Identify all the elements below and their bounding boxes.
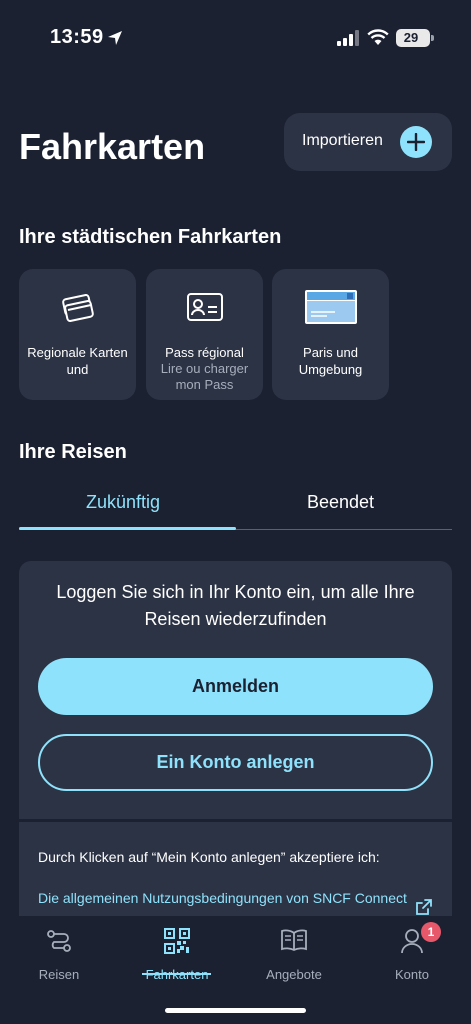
- login-button[interactable]: Anmelden: [38, 658, 433, 715]
- battery-level: 29: [403, 30, 419, 45]
- login-card: Loggen Sie sich in Ihr Konto ein, um all…: [19, 561, 452, 819]
- route-icon: [47, 930, 71, 952]
- status-time: 13:59: [50, 26, 104, 48]
- card-label: Paris und Umgebung: [298, 345, 363, 377]
- nav-item-reisen[interactable]: Reisen: [9, 928, 109, 988]
- card-paris-region[interactable]: Paris und Umgebung: [272, 269, 389, 400]
- nav-item-konto[interactable]: Konto: [362, 928, 462, 988]
- external-link-icon[interactable]: [415, 898, 433, 916]
- create-account-button[interactable]: Ein Konto anlegen: [38, 734, 433, 791]
- login-message: Loggen Sie sich in Ihr Konto ein, um all…: [56, 582, 415, 629]
- cards-icon: [61, 294, 94, 322]
- plus-icon: [400, 126, 432, 158]
- battery-tip: [431, 35, 434, 41]
- terms-link[interactable]: Die allgemeinen Nutzungsbedingungen von …: [38, 887, 408, 909]
- nav-item-angebote[interactable]: Angebote: [244, 928, 344, 988]
- qr-code-icon: [164, 928, 190, 954]
- nav-item-fahrkarten[interactable]: Fahrkarten: [127, 928, 227, 988]
- navigo-card-icon: [304, 290, 357, 324]
- city-tickets-title: Ihre städtischen Fahrkarten: [19, 226, 282, 248]
- location-arrow-icon: [108, 31, 122, 45]
- nav-label: Konto: [395, 967, 429, 982]
- terms-card: Durch Klicken auf “Mein Konto anlegen” a…: [19, 822, 452, 916]
- card-pass-regional[interactable]: Pass régional Lire ou charger mon Pass: [146, 269, 263, 400]
- card-sublabel: Lire ou charger mon Pass: [160, 361, 249, 392]
- id-card-icon: [186, 293, 223, 321]
- tab-active-indicator: [19, 527, 236, 530]
- nav-active-underline: [142, 973, 211, 975]
- tab-finished[interactable]: Beendet: [307, 492, 374, 513]
- terms-text: Durch Klicken auf “Mein Konto anlegen” a…: [38, 849, 380, 865]
- home-indicator: [165, 1008, 306, 1013]
- card-label: Pass régional: [165, 345, 244, 360]
- status-bar: 13:59 29: [0, 0, 471, 78]
- card-regional-cards[interactable]: Regionale Karten und: [19, 269, 136, 400]
- cellular-signal-icon: [337, 30, 359, 46]
- tab-upcoming[interactable]: Zukünftig: [86, 492, 160, 513]
- nav-label: Reisen: [38, 967, 80, 982]
- card-label: Regionale Karten und: [27, 345, 128, 377]
- trips-title: Ihre Reisen: [19, 441, 127, 463]
- notification-badge: 1: [421, 922, 441, 942]
- screen: 13:59 29 Fahrkarten Importieren Ihre stä…: [0, 0, 471, 1024]
- wifi-icon: [367, 29, 389, 45]
- nav-label: Angebote: [266, 967, 322, 982]
- page-title: Fahrkarten: [19, 126, 206, 167]
- import-button-label: Importieren: [302, 132, 383, 149]
- battery-icon: 29: [396, 29, 434, 47]
- import-button[interactable]: Importieren: [284, 113, 452, 171]
- book-icon: [281, 929, 307, 952]
